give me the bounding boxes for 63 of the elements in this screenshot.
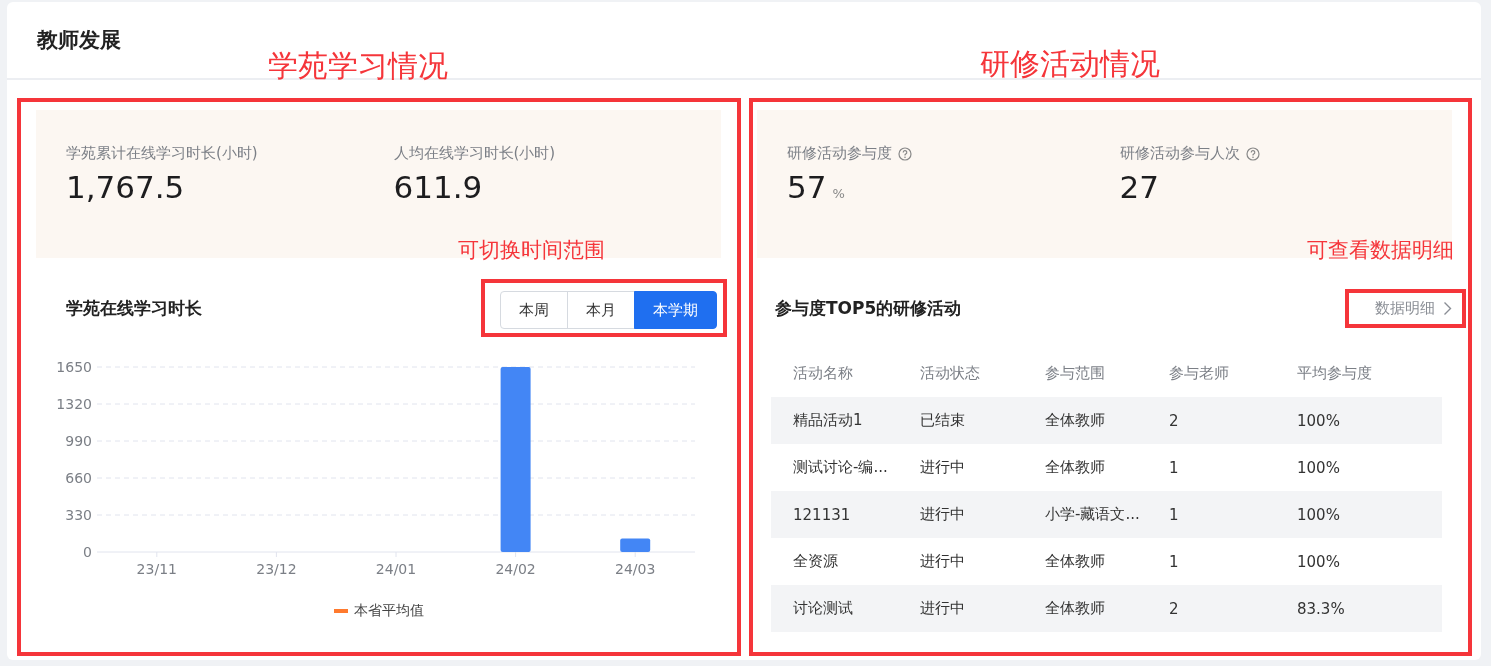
table-cell-text: 小学-藏语文... [1045,505,1141,524]
table-cell-text: 全体教师 [1045,411,1106,430]
stat-value: 1,767.5 [66,169,185,205]
table-cell-text: 1 [1169,458,1180,477]
stat-value: 611.9 [393,169,483,205]
column-header: 参与范围 [1045,364,1106,383]
column-header: 平均参与度 [1297,364,1373,383]
axis-label: 330 [65,507,92,523]
stat-label: 学苑累计在线学习时长(小时) [66,144,258,163]
table-cell-text: 1 [1169,505,1180,524]
table-cell-text: 全体教师 [1045,599,1106,618]
annotation-label: 可查看数据明细 [1307,237,1454,264]
table-cell-text: 2 [1169,411,1180,430]
chart-title: 学苑在线学习时长 [66,296,202,320]
table-cell-text: 121131 [793,505,852,524]
table-cell-text: 100% [1297,458,1341,477]
column-header: 参与老师 [1169,364,1230,383]
table-cell-text: 进行中 [920,599,966,618]
axis-label: 24/02 [495,561,536,577]
table-cell-text: 全体教师 [1045,552,1106,571]
table-cell-text: 1 [1169,552,1180,571]
column-header: 活动名称 [793,364,854,383]
table-cell-text: 进行中 [920,552,966,571]
table-cell-text: 全资源 [793,552,839,571]
axis-label: 24/01 [375,561,417,577]
stat-unit: % [832,186,845,201]
table-cell-text: 2 [1169,599,1180,618]
axis-label: 1650 [56,359,92,375]
stat-value: 27 [1119,169,1159,205]
table-cell-text: 已结束 [920,411,966,430]
annotation-label: 研修活动情况 [980,45,1160,83]
stat-label: 研修活动参与度 [787,144,892,163]
table-cell-text: 进行中 [920,458,966,477]
table-cell-text: 精品活动1 [793,411,864,430]
column-header: 活动状态 [920,364,981,383]
stat-value: 57 [787,169,827,205]
range-tab[interactable]: 本周 [500,291,568,329]
bar [620,538,651,552]
axis-label: 23/11 [136,561,177,577]
legend-label: 本省平均值 [353,602,424,620]
table-cell-text: 全体教师 [1045,458,1106,477]
axis-label: 660 [65,470,92,486]
stat-label: 人均在线学习时长(小时) [393,144,556,163]
chevron-icon [1443,300,1452,316]
axis-label: 24/03 [615,561,656,577]
annotation-label: 学苑学习情况 [268,47,448,85]
axis-label: 1320 [56,396,92,412]
table-cell-text: 进行中 [920,505,966,524]
range-tab[interactable]: 本月 [567,291,635,329]
stat-label: 研修活动参与人次 [1119,144,1240,163]
axis-label: 0 [83,544,92,560]
annotation-label: 可切换时间范围 [458,237,605,264]
table-cell-text: 100% [1297,552,1341,571]
table-cell-text: 100% [1297,505,1341,524]
table-cell-text: 100% [1297,411,1341,430]
range-tab[interactable]: 本学期 [634,291,717,329]
axis-label: 23/12 [256,561,297,577]
table-cell-text: 讨论测试 [793,599,854,618]
table-cell-text: 83.3% [1297,599,1346,618]
table-title: 参与度TOP5的研修活动 [775,296,962,320]
table-cell-text: 测试讨论-编... [793,458,889,477]
axis-label: 990 [65,433,92,449]
card-title: 教师发展 [37,27,121,54]
